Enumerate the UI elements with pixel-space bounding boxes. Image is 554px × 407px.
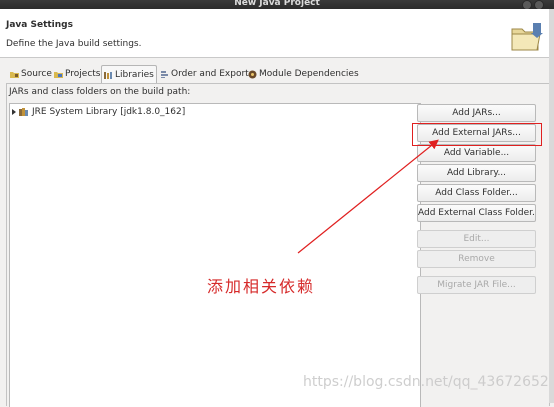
tab-projects[interactable]: Projects <box>52 66 102 82</box>
add-external-class-folder-button[interactable]: Add External Class Folder... <box>417 204 536 222</box>
annotation-text: 添加相关依赖 <box>207 277 316 296</box>
source-folder-icon <box>10 71 19 78</box>
watermark: https://blog.csdn.net/qq_43672652 <box>303 374 549 390</box>
page-title: Java Settings <box>6 20 73 30</box>
library-icon <box>19 107 28 116</box>
page-description: Define the Java build settings. <box>6 39 142 49</box>
build-path-tree[interactable]: JRE System Library [jdk1.8.0_162] <box>9 103 421 407</box>
add-variable-button[interactable]: Add Variable... <box>417 144 536 162</box>
build-path-label: JARs and class folders on the build path… <box>9 87 191 97</box>
expand-arrow-icon[interactable] <box>12 109 16 115</box>
window-titlebar: New Java Project <box>0 0 554 10</box>
tab-libraries[interactable]: Libraries <box>101 65 157 84</box>
highlight-box <box>412 123 542 146</box>
projects-icon <box>54 71 63 78</box>
edit-button[interactable]: Edit... <box>417 230 536 248</box>
add-class-folder-button[interactable]: Add Class Folder... <box>417 184 536 202</box>
tab-order-and-export[interactable]: Order and Export <box>158 66 251 82</box>
tab-module-dependencies[interactable]: Module Dependencies <box>246 66 361 82</box>
module-icon <box>248 70 257 78</box>
tab-module-label: Module Dependencies <box>259 69 359 79</box>
tab-order-export-label: Order and Export <box>171 69 249 79</box>
add-library-button[interactable]: Add Library... <box>417 164 536 182</box>
remove-button[interactable]: Remove <box>417 250 536 268</box>
tab-bar: Source Projects Libraries Order and Expo… <box>6 65 542 84</box>
order-export-icon <box>161 70 168 78</box>
libraries-icon <box>104 71 112 79</box>
tab-source-label: Source <box>21 69 52 79</box>
tree-row-jre-system-library[interactable]: JRE System Library [jdk1.8.0_162] <box>12 106 185 118</box>
window-title: New Java Project <box>234 0 320 8</box>
window-edge <box>549 9 554 403</box>
wizard-header: Java Settings Define the Java build sett… <box>0 9 554 58</box>
java-project-folder-icon <box>511 23 543 51</box>
tab-source[interactable]: Source <box>8 66 54 82</box>
add-jars-button[interactable]: Add JARs... <box>417 104 536 122</box>
migrate-jar-file-button[interactable]: Migrate JAR File... <box>417 276 536 294</box>
tab-projects-label: Projects <box>65 69 101 79</box>
jre-library-label: JRE System Library [jdk1.8.0_162] <box>32 107 186 117</box>
tab-libraries-label: Libraries <box>115 70 154 80</box>
